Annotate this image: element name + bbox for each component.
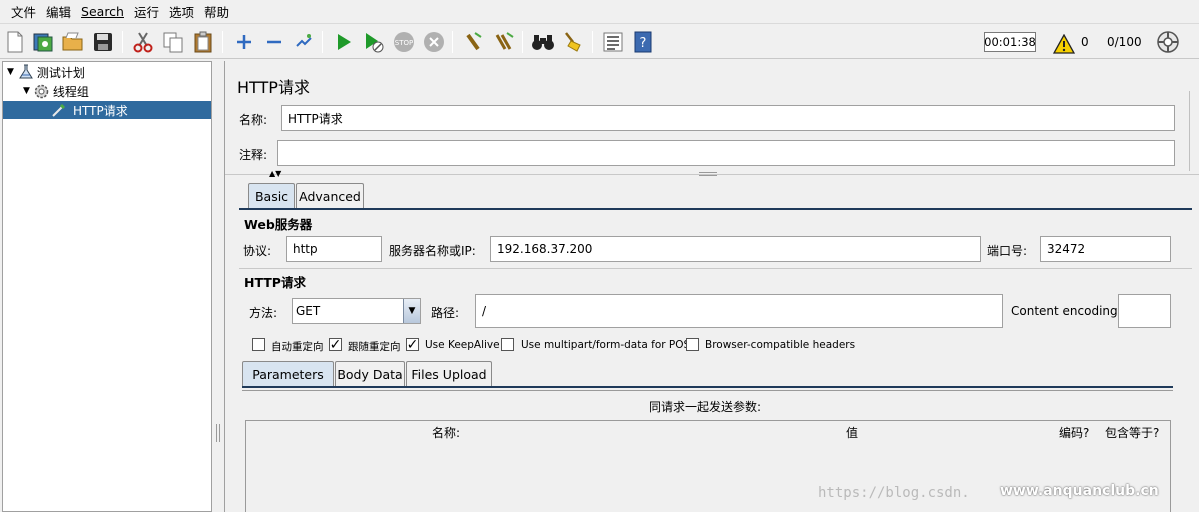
splitter[interactable]	[213, 61, 223, 512]
elapsed-timer: 00:01:38	[984, 32, 1036, 52]
collapse-icon[interactable]	[262, 30, 286, 54]
menu-bar: 文件 编辑 Search 运行 选项 帮助	[0, 0, 1199, 22]
tree-item-label: 测试计划	[36, 65, 85, 80]
toggle-icon[interactable]	[292, 30, 316, 54]
name-field[interactable]: HTTP请求	[281, 105, 1175, 131]
column-header-encode[interactable]: 编码?	[1059, 424, 1089, 441]
function-helper-icon[interactable]	[601, 30, 625, 54]
column-header-value[interactable]: 值	[846, 424, 858, 441]
svg-text:STOP: STOP	[395, 39, 413, 47]
method-label: 方法:	[249, 306, 278, 320]
expand-arrow-icon[interactable]: ▼	[7, 67, 14, 77]
port-label: 端口号:	[987, 244, 1028, 258]
broom-icon[interactable]	[561, 30, 585, 54]
menu-edit[interactable]: 编辑	[41, 2, 76, 21]
browser-headers-checkbox[interactable]	[686, 338, 699, 351]
flask-icon	[18, 64, 34, 80]
encoding-label: Content encoding:	[1011, 304, 1122, 318]
tree-item-test-plan[interactable]: ▼ 测试计划	[7, 63, 85, 81]
svg-text:?: ?	[640, 36, 647, 51]
start-no-pauses-icon[interactable]	[362, 30, 386, 54]
follow-redirect-checkbox[interactable]: ✓	[329, 338, 342, 352]
thread-count: 0/100	[1107, 35, 1142, 49]
menu-help[interactable]: 帮助	[199, 2, 234, 21]
remote-status-icon[interactable]	[1156, 30, 1180, 54]
tab-basic[interactable]: Basic	[248, 183, 295, 208]
menu-run[interactable]: 运行	[129, 2, 164, 21]
option-label: 自动重定向	[271, 341, 324, 353]
new-file-icon[interactable]	[3, 30, 27, 54]
comment-label: 注释:	[239, 148, 268, 162]
keepalive-checkbox[interactable]: ✓	[406, 338, 419, 352]
params-caption: 同请求一起发送参数:	[649, 400, 762, 414]
clear-all-icon[interactable]	[492, 30, 516, 54]
name-label: 名称:	[239, 113, 268, 127]
comment-field[interactable]	[277, 140, 1175, 166]
port-field[interactable]: 32472	[1040, 236, 1171, 262]
blog-watermark: https://blog.csdn.	[818, 485, 970, 501]
toolbar: STOP ? 00:01:38 0 0/100	[0, 23, 1199, 59]
help-icon[interactable]: ?	[631, 30, 655, 54]
method-value: GET	[296, 304, 321, 318]
method-select[interactable]: GET ▼	[292, 298, 421, 324]
tree-item-label: HTTP请求	[73, 103, 128, 118]
column-header-name[interactable]: 名称:	[432, 424, 460, 441]
scrollbar-track[interactable]	[1189, 91, 1197, 171]
expand-arrow-icon[interactable]: ▼	[23, 86, 30, 96]
gear-icon	[33, 83, 50, 100]
copy-icon[interactable]	[161, 30, 185, 54]
stop-icon[interactable]: STOP	[392, 30, 416, 54]
server-field[interactable]: 192.168.37.200	[490, 236, 981, 262]
site-watermark: www.anquanclub.cn	[1000, 483, 1159, 499]
option-label: Use KeepAlive	[425, 339, 500, 351]
menu-search[interactable]: Search	[76, 4, 129, 19]
tab-parameters[interactable]: Parameters	[242, 361, 334, 386]
tab-advanced[interactable]: Advanced	[296, 183, 364, 208]
http-request-title: HTTP请求	[244, 275, 306, 290]
warning-icon[interactable]	[1052, 32, 1076, 56]
encoding-field[interactable]	[1118, 294, 1171, 328]
server-label: 服务器名称或IP:	[389, 244, 476, 258]
protocol-label: 协议:	[243, 244, 272, 258]
binoculars-icon[interactable]	[531, 30, 555, 54]
paste-icon[interactable]	[191, 30, 215, 54]
shutdown-icon[interactable]	[422, 30, 446, 54]
multipart-checkbox[interactable]	[501, 338, 514, 351]
test-plan-tree: ▼ 测试计划 ▼ 线程组 HTTP请求	[2, 61, 212, 512]
save-icon[interactable]	[91, 30, 115, 54]
divider-grip[interactable]	[699, 172, 717, 176]
path-field[interactable]: /	[475, 294, 1003, 328]
pipette-icon	[51, 102, 67, 118]
page-title: HTTP请求	[237, 78, 310, 97]
warning-count: 0	[1081, 35, 1089, 49]
open-folder-icon[interactable]	[61, 30, 85, 54]
web-server-title: Web服务器	[244, 217, 313, 232]
chevron-down-icon[interactable]: ▼	[403, 299, 420, 323]
protocol-field[interactable]: http	[286, 236, 382, 262]
clear-icon[interactable]	[462, 30, 486, 54]
option-label: Browser-compatible headers	[705, 339, 856, 351]
tab-body-data[interactable]: Body Data	[335, 361, 405, 386]
option-label: 跟随重定向	[348, 341, 401, 353]
http-request-panel: HTTP请求 名称: HTTP请求 注释: ▲▼ Basic Advanced …	[224, 61, 1199, 512]
cut-icon[interactable]	[131, 30, 155, 54]
path-label: 路径:	[431, 306, 460, 320]
tree-item-thread-group[interactable]: ▼ 线程组	[23, 82, 89, 100]
menu-file[interactable]: 文件	[6, 2, 41, 21]
option-label: Use multipart/form-data for POST	[521, 339, 697, 351]
start-icon[interactable]	[332, 30, 356, 54]
menu-options[interactable]: 选项	[164, 2, 199, 21]
tree-item-http-request[interactable]: HTTP请求	[3, 101, 211, 119]
tree-item-label: 线程组	[52, 84, 89, 99]
tab-files-upload[interactable]: Files Upload	[406, 361, 492, 386]
collapse-arrows-icon[interactable]: ▲▼	[269, 169, 281, 178]
templates-icon[interactable]	[31, 30, 55, 54]
follow-auto-redirect-checkbox[interactable]	[252, 338, 265, 351]
column-header-include-equals[interactable]: 包含等于?	[1105, 424, 1159, 441]
splitter-grip[interactable]	[216, 424, 220, 442]
expand-icon[interactable]	[232, 30, 256, 54]
